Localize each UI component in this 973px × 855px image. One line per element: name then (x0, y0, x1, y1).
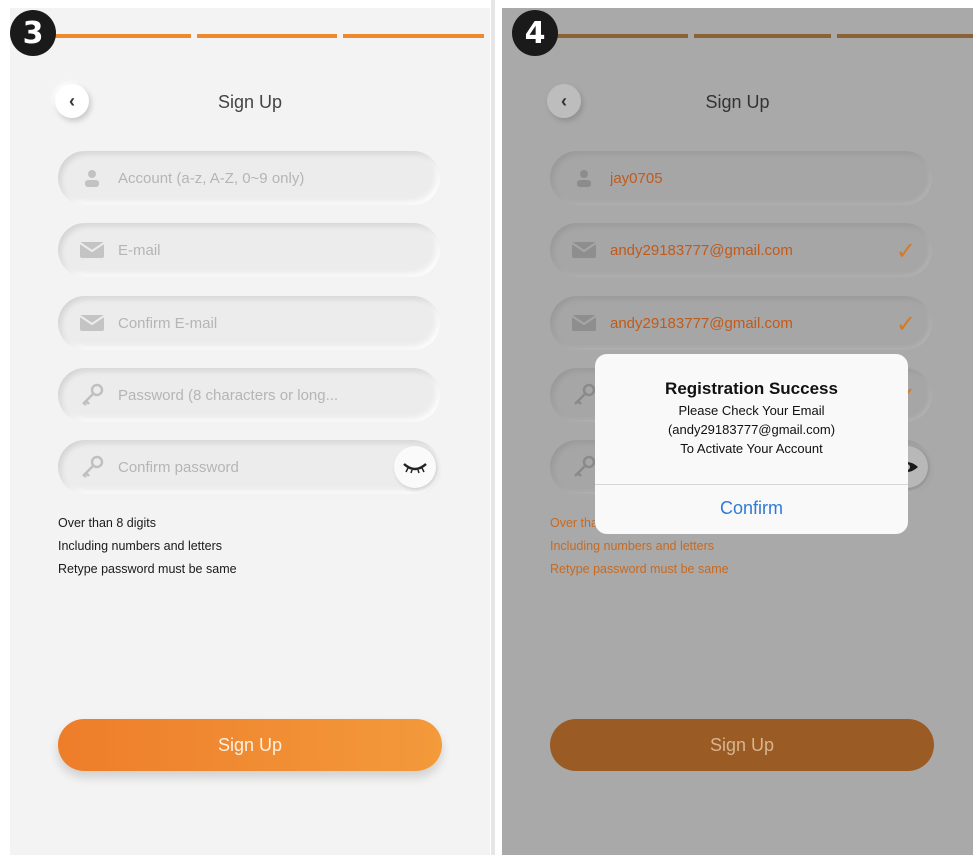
header: ‹ Sign Up (502, 82, 973, 122)
progress-segment (552, 34, 689, 38)
check-icon: ✓ (895, 237, 916, 265)
page-title: Sign Up (705, 92, 770, 112)
progress-segment (343, 34, 485, 38)
password-rules: Over than 8 digits Including numbers and… (58, 512, 237, 581)
confirm-email-field[interactable]: andy29183777@gmail.com ✓ (550, 296, 932, 350)
mail-icon (72, 314, 112, 332)
progress-segment (694, 34, 831, 38)
dialog-message-line: To Activate Your Account (680, 441, 823, 456)
email-field[interactable]: andy29183777@gmail.com ✓ (550, 223, 932, 277)
key-icon (72, 382, 112, 408)
user-icon (564, 168, 604, 188)
eye-closed-icon (403, 463, 427, 474)
toggle-password-button[interactable] (394, 446, 436, 488)
rule-item: Retype password must be same (58, 562, 237, 576)
progress-segment (196, 34, 338, 38)
registration-success-dialog: Registration Success Please Check Your E… (595, 354, 908, 534)
header: ‹ Sign Up (10, 82, 490, 122)
page-title: Sign Up (217, 92, 283, 112)
account-value: jay0705 (610, 169, 663, 187)
check-icon: ✓ (895, 310, 916, 338)
step-3-panel: ‹ Sign Up Account (a-z, A-Z, 0~9 only) E… (0, 0, 490, 855)
dialog-title: Registration Success (665, 379, 838, 398)
progress-segment (836, 34, 973, 38)
dialog-divider (595, 484, 908, 485)
confirm-email-field[interactable]: Confirm E-mail (58, 296, 440, 350)
panel-divider (491, 0, 495, 855)
dialog-message-line: Please Check Your Email (678, 403, 825, 418)
user-icon (72, 168, 112, 188)
confirm-password-field[interactable]: Confirm password (58, 440, 440, 494)
step-number-badge: 3 (10, 10, 56, 56)
key-icon (72, 454, 112, 480)
progress-bar (552, 34, 973, 38)
password-field[interactable]: Password (8 characters or long... (58, 368, 440, 422)
sign-up-button[interactable]: Sign Up (550, 719, 934, 771)
progress-bar (50, 34, 485, 38)
confirm-email-value: andy29183777@gmail.com (610, 314, 793, 332)
password-placeholder: Password (8 characters or long... (118, 386, 339, 404)
step-4-panel: ‹ Sign Up jay0705 andy29183777@gmail.com… (497, 0, 973, 855)
account-field[interactable]: jay0705 (550, 151, 932, 205)
step-number-badge: 4 (512, 10, 558, 56)
dialog-email: (andy29183777@gmail.com) (667, 422, 836, 437)
confirm-password-placeholder: Confirm password (118, 458, 239, 476)
email-placeholder: E-mail (118, 241, 161, 259)
progress-segment (50, 34, 191, 38)
mail-icon (564, 241, 604, 259)
email-value: andy29183777@gmail.com (610, 241, 793, 259)
mail-icon (564, 314, 604, 332)
email-field[interactable]: E-mail (58, 223, 440, 277)
sign-up-button[interactable]: Sign Up (58, 719, 442, 771)
confirm-button[interactable]: Confirm (595, 498, 908, 519)
confirm-email-placeholder: Confirm E-mail (118, 314, 218, 332)
step-3-screen: ‹ Sign Up Account (a-z, A-Z, 0~9 only) E… (10, 8, 490, 855)
mail-icon (72, 241, 112, 259)
rule-item: Including numbers and letters (550, 539, 714, 553)
rule-item: Over than 8 digits (58, 516, 156, 530)
account-field[interactable]: Account (a-z, A-Z, 0~9 only) (58, 151, 440, 205)
step-4-screen: ‹ Sign Up jay0705 andy29183777@gmail.com… (502, 8, 973, 855)
rule-item: Retype password must be same (550, 562, 729, 576)
rule-item: Including numbers and letters (58, 539, 222, 553)
account-placeholder: Account (a-z, A-Z, 0~9 only) (118, 169, 305, 187)
